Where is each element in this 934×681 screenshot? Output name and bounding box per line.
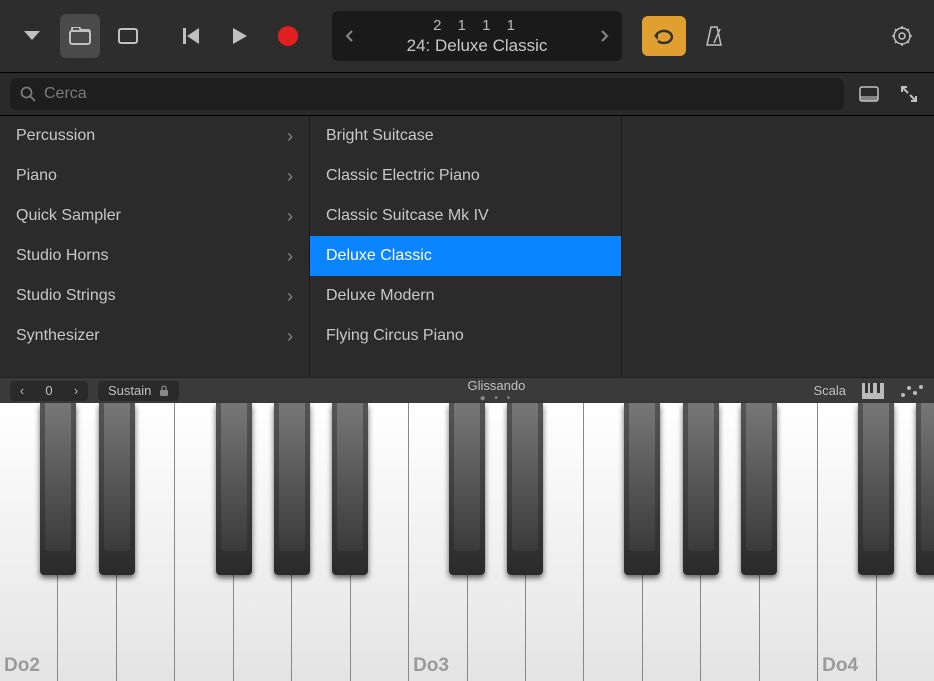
category-row[interactable]: Studio Strings ›: [0, 276, 309, 316]
search-field-wrap[interactable]: [10, 78, 844, 110]
expand-icon: [900, 85, 918, 103]
category-label: Piano: [16, 167, 57, 185]
display-position: 2 1 1 1: [368, 17, 586, 34]
chevron-right-icon: ›: [287, 166, 293, 187]
category-label: Studio Horns: [16, 247, 109, 265]
preset-row-selected[interactable]: Deluxe Classic: [310, 236, 621, 276]
black-key[interactable]: [858, 403, 894, 575]
category-row[interactable]: Quick Sampler ›: [0, 196, 309, 236]
gear-icon: [891, 25, 913, 47]
black-key[interactable]: [624, 403, 660, 575]
preset-row[interactable]: Bright Suitcase: [310, 116, 621, 156]
preset-label: Deluxe Modern: [326, 287, 435, 305]
metronome-button[interactable]: [694, 14, 734, 58]
preset-label: Classic Electric Piano: [326, 167, 480, 185]
display-patch-name: 24: Deluxe Classic: [368, 36, 586, 56]
lock-icon: [159, 385, 169, 397]
octave-down-button[interactable]: ‹: [10, 383, 34, 398]
piano-keyboard: Do2 Do3 Do4: [0, 403, 934, 681]
octave-label: Do3: [413, 655, 449, 677]
preset-row[interactable]: Deluxe Modern: [310, 276, 621, 316]
detail-column: [622, 116, 934, 377]
chevron-right-icon: ›: [287, 246, 293, 267]
next-patch-button[interactable]: [586, 29, 622, 43]
category-label: Studio Strings: [16, 287, 116, 305]
category-column: Percussion › Piano › Quick Sampler › Studio…: [0, 116, 310, 377]
preset-column: Bright Suitcase Classic Electric Piano C…: [310, 116, 622, 377]
black-key[interactable]: [216, 403, 252, 575]
keyboard-controls: ‹ 0 › Sustain Glissando ● • • Scala: [0, 377, 934, 403]
editor-view-button[interactable]: [108, 14, 148, 58]
chevron-right-icon: ›: [287, 326, 293, 347]
mode-label: Glissando: [468, 378, 526, 393]
black-key[interactable]: [741, 403, 777, 575]
arpeggiator-icon[interactable]: [900, 384, 924, 398]
cycle-icon: [652, 27, 676, 45]
preset-row[interactable]: Classic Electric Piano: [310, 156, 621, 196]
library-browser-button[interactable]: [60, 14, 100, 58]
display-center: 2 1 1 1 24: Deluxe Classic: [368, 17, 586, 56]
search-input[interactable]: [44, 85, 834, 103]
preset-row[interactable]: Classic Suitcase Mk IV: [310, 196, 621, 236]
search-icon: [20, 86, 36, 102]
keyboard-mode[interactable]: Glissando ● • •: [189, 378, 803, 404]
preset-label: Classic Suitcase Mk IV: [326, 207, 489, 225]
octave-label: Do4: [822, 655, 858, 677]
preset-row[interactable]: Flying Circus Piano: [310, 316, 621, 356]
scale-button[interactable]: Scala: [813, 383, 846, 398]
category-label: Quick Sampler: [16, 207, 121, 225]
category-row[interactable]: Percussion ›: [0, 116, 309, 156]
preset-label: Deluxe Classic: [326, 247, 432, 265]
chevron-right-icon: ›: [287, 206, 293, 227]
go-to-start-button[interactable]: [172, 14, 212, 58]
preset-label: Flying Circus Piano: [326, 327, 464, 345]
black-key[interactable]: [449, 403, 485, 575]
cycle-button[interactable]: [642, 16, 686, 56]
fullscreen-button[interactable]: [894, 79, 924, 109]
octave-stepper: ‹ 0 ›: [10, 381, 88, 401]
category-label: Percussion: [16, 127, 95, 145]
sound-browser: Percussion › Piano › Quick Sampler › Studio…: [0, 116, 934, 377]
black-key[interactable]: [40, 403, 76, 575]
page-dots: ● • •: [189, 393, 803, 404]
sustain-toggle[interactable]: Sustain: [98, 381, 179, 401]
chevron-right-icon: ›: [287, 126, 293, 147]
record-button[interactable]: [268, 14, 308, 58]
black-key[interactable]: [683, 403, 719, 575]
preset-label: Bright Suitcase: [326, 127, 434, 145]
metronome-icon: [704, 25, 724, 47]
black-key[interactable]: [507, 403, 543, 575]
settings-button[interactable]: [882, 14, 922, 58]
lcd-display[interactable]: 2 1 1 1 24: Deluxe Classic: [332, 11, 622, 61]
prev-patch-button[interactable]: [332, 29, 368, 43]
octave-up-button[interactable]: ›: [64, 383, 88, 398]
black-key[interactable]: [99, 403, 135, 575]
view-mode-button[interactable]: [854, 79, 884, 109]
black-key[interactable]: [332, 403, 368, 575]
search-bar: [0, 72, 934, 116]
category-row[interactable]: Synthesizer ›: [0, 316, 309, 356]
octave-value: 0: [34, 383, 64, 398]
record-icon: [278, 26, 298, 46]
top-toolbar: 2 1 1 1 24: Deluxe Classic: [0, 0, 934, 72]
black-key[interactable]: [274, 403, 310, 575]
panel-icon: [859, 86, 879, 102]
octave-label: Do2: [4, 655, 40, 677]
menu-dropdown-button[interactable]: [12, 14, 52, 58]
category-row[interactable]: Piano ›: [0, 156, 309, 196]
keyboard-layout-icon[interactable]: [862, 383, 884, 399]
chevron-right-icon: ›: [287, 286, 293, 307]
play-button[interactable]: [220, 14, 260, 58]
black-key[interactable]: [916, 403, 934, 575]
sustain-label: Sustain: [108, 383, 151, 398]
category-label: Synthesizer: [16, 327, 100, 345]
category-row[interactable]: Studio Horns ›: [0, 236, 309, 276]
